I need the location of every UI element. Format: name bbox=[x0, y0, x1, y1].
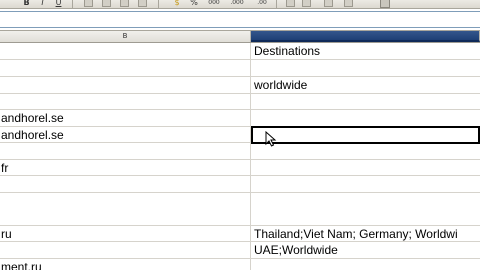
toolbar-overflow-icon[interactable] bbox=[380, 0, 390, 8]
spreadsheet-grid: Destinations worldwide andhorel.se andho… bbox=[0, 43, 480, 270]
remove-decimal-button[interactable]: .00 bbox=[254, 0, 270, 7]
bold-button[interactable]: B bbox=[22, 0, 31, 7]
table-row: worldwide bbox=[0, 77, 480, 94]
thousands-button[interactable]: 000 bbox=[206, 0, 222, 7]
cell-c[interactable] bbox=[252, 110, 480, 126]
table-row: Destinations bbox=[0, 43, 480, 60]
table-row: andhorel.se bbox=[0, 110, 480, 127]
formula-bar bbox=[0, 9, 480, 31]
cell-b[interactable]: ru bbox=[0, 226, 251, 241]
cell-b[interactable] bbox=[0, 193, 251, 225]
cell-b[interactable]: fr bbox=[0, 160, 251, 175]
column-header-c[interactable] bbox=[251, 31, 480, 42]
percent-button[interactable]: % bbox=[188, 0, 200, 7]
cell-c[interactable]: Thailand;Viet Nam; Germany; Worldwi bbox=[252, 226, 480, 241]
cell-b[interactable]: andhorel.se bbox=[0, 127, 251, 142]
indent-increase-icon[interactable] bbox=[302, 0, 311, 7]
cell-c[interactable] bbox=[252, 259, 480, 270]
align-center-icon[interactable] bbox=[102, 0, 111, 7]
cell-c[interactable]: UAE;Worldwide bbox=[252, 242, 480, 258]
cell-b[interactable]: ment.ru bbox=[0, 259, 251, 270]
indent-decrease-icon[interactable] bbox=[286, 0, 295, 7]
cell-c[interactable]: worldwide bbox=[252, 77, 480, 93]
underline-button[interactable]: U bbox=[54, 0, 63, 7]
table-row bbox=[0, 193, 480, 226]
cell-c[interactable]: Destinations bbox=[252, 43, 480, 59]
cell-b[interactable] bbox=[0, 143, 251, 159]
active-cell-highlight[interactable] bbox=[251, 126, 480, 144]
table-row bbox=[0, 60, 480, 77]
align-right-icon[interactable] bbox=[120, 0, 129, 7]
mouse-cursor-icon bbox=[265, 131, 277, 147]
cell-b[interactable]: andhorel.se bbox=[0, 110, 251, 126]
table-row: ment.ru bbox=[0, 259, 480, 270]
formula-input[interactable] bbox=[0, 11, 480, 28]
cell-b[interactable] bbox=[0, 43, 251, 59]
toolbar-separator bbox=[158, 0, 159, 8]
cell-b[interactable] bbox=[0, 60, 251, 76]
cell-c[interactable] bbox=[252, 94, 480, 109]
toolbar-separator bbox=[276, 0, 277, 8]
table-row: fr bbox=[0, 160, 480, 176]
cell-b[interactable] bbox=[0, 176, 251, 192]
table-row: UAE;Worldwide bbox=[0, 242, 480, 259]
cell-b[interactable] bbox=[0, 77, 251, 93]
cell-c[interactable] bbox=[252, 160, 480, 175]
justify-icon[interactable] bbox=[138, 0, 147, 7]
currency-button[interactable]: $ bbox=[170, 0, 184, 7]
column-header-b[interactable]: B bbox=[0, 31, 251, 42]
background-color-icon[interactable] bbox=[344, 0, 353, 7]
table-row bbox=[0, 176, 480, 193]
italic-button[interactable]: I bbox=[38, 0, 47, 7]
toolbar-separator bbox=[72, 0, 73, 8]
cell-b[interactable] bbox=[0, 242, 251, 258]
table-row bbox=[0, 94, 480, 110]
cell-b[interactable] bbox=[0, 94, 251, 109]
formatting-toolbar: B I U $ % 000 .000 .00 bbox=[0, 0, 480, 9]
align-left-icon[interactable] bbox=[84, 0, 93, 7]
cell-c[interactable] bbox=[252, 60, 480, 76]
border-icon[interactable] bbox=[324, 0, 333, 7]
cell-c[interactable] bbox=[252, 143, 480, 159]
cell-c[interactable] bbox=[252, 193, 480, 225]
table-row bbox=[0, 143, 480, 160]
table-row: ru Thailand;Viet Nam; Germany; Worldwi bbox=[0, 226, 480, 242]
cell-c[interactable] bbox=[252, 176, 480, 192]
add-decimal-button[interactable]: .000 bbox=[228, 0, 246, 7]
column-headers: B bbox=[0, 31, 480, 43]
